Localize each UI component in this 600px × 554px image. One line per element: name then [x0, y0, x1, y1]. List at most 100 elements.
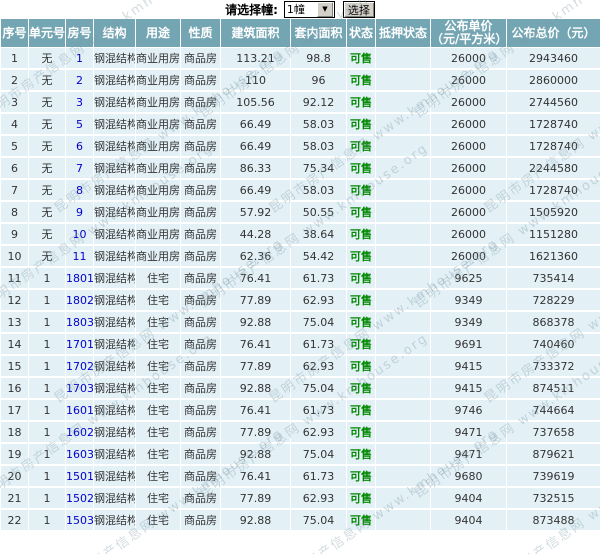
cell-room-no: 7 — [65, 156, 94, 180]
cell-unit-price: 9471 — [430, 420, 507, 444]
room-link[interactable]: 11 — [73, 250, 87, 263]
cell-inner-area: 98.8 — [290, 47, 347, 70]
building-select[interactable]: 1幢 ▼ — [283, 0, 335, 18]
cell-total-price: 1621360 — [506, 244, 600, 268]
room-link[interactable]: 1501 — [67, 470, 93, 483]
room-link[interactable]: 1503 — [67, 514, 93, 527]
cell-total-price: 739619 — [506, 464, 600, 488]
cell-unit-price: 9349 — [430, 310, 507, 334]
room-link[interactable]: 1701 — [67, 338, 93, 351]
cell-inner-area: 38.64 — [290, 222, 347, 246]
cell-nature: 商品房 — [180, 332, 221, 356]
cell-unit-no: 无 — [28, 156, 66, 180]
room-link[interactable]: 1803 — [67, 316, 93, 329]
room-link[interactable]: 5 — [76, 118, 83, 131]
room-link[interactable]: 1603 — [67, 448, 93, 461]
cell-building-area: 66.49 — [220, 178, 291, 202]
table-row: 9 无 10 钢混结构 商业用房 商品房 44.28 38.64 可售 26000 1151280 — [0, 222, 600, 246]
cell-structure: 钢混结构 — [93, 376, 136, 400]
cell-usage: 住宅 — [135, 310, 181, 334]
chevron-down-icon[interactable]: ▼ — [316, 1, 333, 17]
cell-seq: 5 — [0, 134, 29, 158]
cell-unit-no: 无 — [28, 47, 66, 70]
cell-seq: 11 — [0, 266, 29, 290]
cell-status: 可售 — [346, 68, 376, 92]
room-link[interactable]: 6 — [76, 140, 83, 153]
cell-nature: 商品房 — [180, 508, 221, 532]
cell-nature: 商品房 — [180, 420, 221, 444]
room-link[interactable]: 7 — [76, 162, 83, 175]
cell-room-no: 1801 — [65, 266, 94, 290]
cell-structure: 钢混结构 — [93, 134, 136, 158]
cell-mortgage-status — [375, 288, 431, 312]
cell-total-price: 874511 — [506, 376, 600, 400]
cell-usage: 住宅 — [135, 486, 181, 510]
room-link[interactable]: 9 — [76, 206, 83, 219]
cell-room-no: 1701 — [65, 332, 94, 356]
cell-inner-area: 58.03 — [290, 178, 347, 202]
cell-usage: 商业用房 — [135, 47, 181, 70]
select-button[interactable]: 选择 — [342, 0, 375, 18]
col-header-total-price: 公布总价（元） — [506, 18, 600, 48]
cell-unit-price: 9691 — [430, 332, 507, 356]
col-header-building-area: 建筑面积 — [220, 18, 291, 48]
cell-inner-area: 50.55 — [290, 200, 347, 224]
cell-unit-no: 1 — [28, 486, 66, 510]
cell-room-no: 1602 — [65, 420, 94, 444]
cell-mortgage-status — [375, 464, 431, 488]
room-link[interactable]: 1703 — [67, 382, 93, 395]
cell-usage: 商业用房 — [135, 222, 181, 246]
cell-mortgage-status — [375, 376, 431, 400]
cell-usage: 住宅 — [135, 442, 181, 466]
cell-unit-no: 1 — [28, 398, 66, 422]
cell-inner-area: 54.42 — [290, 244, 347, 268]
room-link[interactable]: 3 — [76, 96, 83, 109]
room-link[interactable]: 1 — [76, 52, 83, 65]
room-link[interactable]: 1702 — [67, 360, 93, 373]
header-row: 序号 单元号 房号 结构 用途 性质 建筑面积 套内面积 状态 抵押状态 公布单… — [0, 18, 600, 48]
room-link[interactable]: 1502 — [67, 492, 93, 505]
cell-room-no: 10 — [65, 222, 94, 246]
cell-unit-no: 无 — [28, 90, 66, 114]
cell-total-price: 1505920 — [506, 200, 600, 224]
room-link[interactable]: 1602 — [67, 426, 93, 439]
room-link[interactable]: 2 — [76, 74, 83, 87]
cell-usage: 商业用房 — [135, 200, 181, 224]
cell-building-area: 77.89 — [220, 354, 291, 378]
table-row: 18 1 1602 钢混结构 住宅 商品房 77.89 62.93 可售 9471 737658 — [0, 420, 600, 444]
col-header-status: 状态 — [346, 18, 376, 48]
table-row: 15 1 1702 钢混结构 住宅 商品房 77.89 62.93 可售 9415 733372 — [0, 354, 600, 378]
table-row: 17 1 1601 钢混结构 住宅 商品房 76.41 61.73 可售 9746 744664 — [0, 398, 600, 422]
room-link[interactable]: 1601 — [67, 404, 93, 417]
cell-room-no: 1603 — [65, 442, 94, 466]
room-link[interactable]: 10 — [73, 228, 87, 241]
cell-unit-no: 1 — [28, 464, 66, 488]
cell-mortgage-status — [375, 156, 431, 180]
cell-unit-no: 1 — [28, 420, 66, 444]
cell-structure: 钢混结构 — [93, 398, 136, 422]
cell-mortgage-status — [375, 508, 431, 532]
cell-nature: 商品房 — [180, 156, 221, 180]
cell-total-price: 1728740 — [506, 112, 600, 136]
cell-structure: 钢混结构 — [93, 156, 136, 180]
room-link[interactable]: 8 — [76, 184, 83, 197]
cell-building-area: 92.88 — [220, 310, 291, 334]
cell-structure: 钢混结构 — [93, 420, 136, 444]
table-row: 16 1 1703 钢混结构 住宅 商品房 92.88 75.04 可售 9415 874511 — [0, 376, 600, 400]
cell-seq: 17 — [0, 398, 29, 422]
cell-structure: 钢混结构 — [93, 244, 136, 268]
cell-building-area: 92.88 — [220, 508, 291, 532]
cell-unit-no: 1 — [28, 310, 66, 334]
cell-unit-no: 无 — [28, 112, 66, 136]
cell-seq: 1 — [0, 47, 29, 70]
room-link[interactable]: 1802 — [67, 294, 93, 307]
cell-seq: 4 — [0, 112, 29, 136]
cell-status: 可售 — [346, 310, 376, 334]
cell-seq: 7 — [0, 178, 29, 202]
room-link[interactable]: 1801 — [67, 272, 93, 285]
cell-status: 可售 — [346, 464, 376, 488]
cell-seq: 12 — [0, 288, 29, 312]
cell-status: 可售 — [346, 156, 376, 180]
cell-inner-area: 75.04 — [290, 442, 347, 466]
cell-mortgage-status — [375, 134, 431, 158]
